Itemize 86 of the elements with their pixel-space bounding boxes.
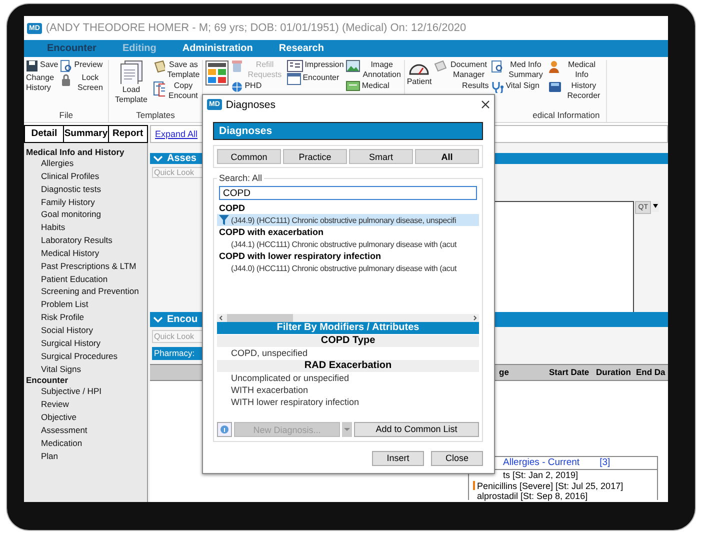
ribbon-button[interactable]: Med Info Summary [490, 60, 546, 80]
result-item[interactable]: (J44.1) (HCC111) Chronic obstructive pulmonary disease with (acut [217, 238, 479, 250]
tree-item[interactable]: Social History [41, 324, 93, 335]
modifier-section-header: RAD Exacerbation [217, 360, 479, 372]
ribbon-button[interactable]: Document Manager [434, 60, 489, 80]
ribbon-button[interactable]: Save [26, 60, 58, 72]
group-label: Templates [135, 110, 176, 122]
tree-item[interactable]: Risk Profile [41, 312, 84, 322]
tree-category[interactable]: Encounter [26, 375, 147, 386]
tree-item[interactable]: Surgical History [41, 338, 101, 348]
dialog-button[interactable]: Insert [372, 451, 424, 466]
tree-item[interactable]: Surgical Procedures [41, 350, 118, 361]
tree-item[interactable]: Medication [41, 438, 82, 448]
modifier-section-header: COPD Type [217, 335, 479, 347]
tree-item[interactable]: Medical History [41, 248, 100, 258]
dialog-button[interactable]: Close [431, 451, 483, 466]
tree-item[interactable]: Patient Education [41, 274, 108, 284]
modifier-option[interactable]: Uncomplicated or unspecified [231, 373, 350, 383]
ribbon-button[interactable]: Patient [406, 60, 432, 87]
filter-header: Filter By Modifiers / Attributes [217, 322, 479, 334]
modifier-option[interactable]: WITH lower respiratory infection [231, 397, 360, 407]
tree-item[interactable]: Plan [41, 450, 58, 461]
column-header: Duration [596, 366, 632, 379]
tree-item[interactable]: Review [41, 399, 69, 410]
ribbon-button[interactable]: Lock Screen [60, 73, 106, 93]
allergy-entry: ts [St: Jan 2, 2019] [503, 470, 578, 480]
tree-item[interactable]: Allergies [41, 158, 74, 168]
add-common-button[interactable]: Add to Common List [354, 422, 479, 437]
tree-item[interactable]: Problem List [41, 299, 88, 310]
column-header: End Da [636, 366, 666, 379]
ribbon-button[interactable]: History Recorder [548, 81, 604, 101]
ribbon-button[interactable]: Vital Sign [490, 81, 546, 93]
result-item[interactable]: (J44.0) (HCC111) Chronic obstructive pulmonary disease with (acut [217, 262, 479, 274]
tree-item[interactable]: Screening and Prevention [41, 286, 139, 296]
tree-item[interactable]: Diagnostic tests [41, 184, 101, 194]
menu-tab[interactable]: Administration [169, 40, 266, 57]
tree-item[interactable]: Clinical Profiles [41, 170, 100, 181]
ribbon-button[interactable]: Image Annotation [346, 60, 402, 80]
modifier-option[interactable]: WITH exacerbation [231, 385, 308, 395]
dialog-header: Diagnoses [213, 122, 483, 140]
tree-category[interactable]: Medical Info and History [26, 147, 147, 157]
tree-item[interactable]: Objective [41, 412, 76, 422]
tree-item[interactable]: Laboratory Results [41, 235, 112, 246]
search-field[interactable]: COPD [219, 186, 477, 200]
allergy-entry: Penicillins [Severe] [St: Jul 25, 2017] [477, 480, 624, 491]
ribbon-button[interactable]: Preview [60, 60, 106, 72]
dialog-title: Diagnoses [226, 98, 276, 110]
filter-tab[interactable]: Common [217, 149, 281, 164]
tree-item[interactable]: Goal monitoring [41, 209, 102, 220]
expand-all-link[interactable]: Expand All [155, 129, 198, 139]
ribbon-button[interactable]: Copy Encount [153, 81, 200, 101]
group-label: edical Information [532, 110, 601, 122]
ribbon-button[interactable]: Change History [26, 73, 58, 93]
tree-item[interactable]: Family History [41, 196, 95, 207]
filter-tab[interactable]: Smart [349, 149, 413, 164]
result-group-label: COPD with exacerbation [218, 226, 325, 238]
column-header: ge [499, 366, 510, 379]
tree-item[interactable]: Habits [41, 222, 66, 232]
ribbon-button[interactable]: Medical [346, 81, 402, 91]
ribbon-button[interactable]: PHD [230, 81, 285, 93]
result-group-label: COPD [218, 202, 246, 214]
result-item[interactable]: (J44.9) (HCC111) Chronic obstructive pulmonary disease, unspecifi [217, 214, 479, 226]
menu-tab[interactable]: Research [266, 40, 337, 57]
allergies-title[interactable]: Allergies - Current [503, 458, 580, 468]
filter-tab[interactable]: Practice [283, 149, 347, 164]
ribbon-button[interactable]: Impression [286, 60, 344, 72]
ribbon-button[interactable]: Results [462, 81, 489, 91]
result-group-label: COPD with lower respiratory infection [218, 250, 382, 262]
allergy-entry: alprostadil [St: Sep 8, 2016] [477, 491, 588, 502]
tree-item[interactable]: Assessment [41, 424, 88, 435]
ribbon-button[interactable]: Save as Template [153, 60, 200, 80]
tree-item[interactable]: Past Prescriptions & LTM [41, 260, 136, 271]
search-legend: Search: All [217, 173, 264, 183]
column-header: Start Date [549, 366, 590, 379]
panel-tab[interactable]: Report [108, 125, 148, 143]
ribbon-button[interactable]: Load Template [111, 60, 152, 105]
allergy-count: [3] [600, 458, 610, 468]
tree-item[interactable]: Subjective / HPI [41, 386, 102, 396]
panel-tab[interactable]: Summary [63, 125, 109, 143]
group-label: File [58, 110, 74, 122]
panel-tab[interactable]: Detail [24, 125, 64, 143]
tree-item[interactable]: Vital Signs [41, 364, 82, 374]
filter-tab[interactable]: All [415, 149, 479, 164]
window-title: (ANDY THEODORE HOMER - M; 69 yrs; DOB: 01/01/1951) (Medical) On: 12/16/2020 [46, 22, 466, 34]
ribbon-button[interactable]: Medical Info [548, 60, 604, 80]
ribbon-button[interactable]: Encounter [286, 73, 344, 85]
